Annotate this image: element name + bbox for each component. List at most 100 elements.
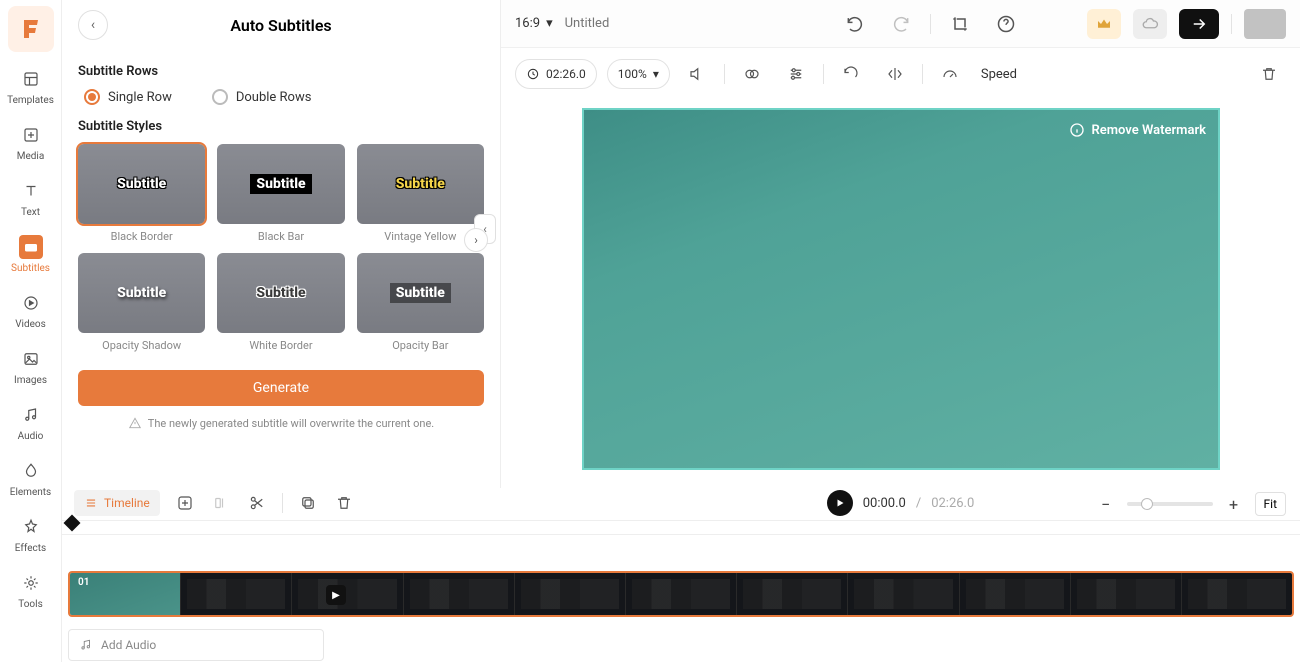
nav-label: Effects [15,543,46,554]
elements-icon [19,459,43,483]
arrow-right-icon [1190,15,1208,33]
app-logo[interactable] [8,6,54,52]
mute-button[interactable] [680,57,714,91]
style-opacity-bar[interactable]: Subtitle Opacity Bar [357,253,484,352]
timeline-ruler[interactable] [62,521,1300,535]
style-black-bar[interactable]: SubtitleBlack Bar [217,144,344,243]
style-swatch: Subtitle [250,283,311,303]
style-caption: Opacity Shadow [78,339,205,352]
nav-label: Templates [7,95,54,106]
video-track[interactable]: 01 ▶ [68,571,1294,617]
help-icon [996,14,1016,34]
add-audio-button[interactable]: Add Audio [68,629,324,661]
nav-templates[interactable]: Templates [0,58,61,114]
nav-label: Media [17,151,45,162]
nav-images[interactable]: Images [0,338,61,394]
nav-effects[interactable]: Effects [0,506,61,562]
zoom-out-button[interactable]: − [1095,493,1117,515]
zoom-fit-button[interactable]: Fit [1255,492,1286,516]
speed-button[interactable] [933,57,967,91]
row-double-radio[interactable]: Double Rows [212,89,312,105]
nav-label: Text [21,207,40,218]
export-button[interactable] [1179,9,1219,39]
play-button[interactable] [827,490,853,516]
adjust-button[interactable] [779,57,813,91]
clock-icon [526,67,540,81]
chevron-down-icon: ▾ [653,67,659,81]
undo-button[interactable] [838,7,872,41]
generate-button[interactable]: Generate [78,370,484,406]
nav-elements[interactable]: Elements [0,450,61,506]
style-caption: White Border [217,339,344,352]
style-black-border[interactable]: SubtitleBlack Border [78,144,205,243]
audio-icon [19,403,43,427]
zoom-slider[interactable] [1127,502,1213,506]
nav-audio[interactable]: Audio [0,394,61,450]
plus-square-icon [176,494,194,512]
style-caption: Black Border [78,230,205,243]
split-left-button[interactable] [210,492,232,514]
flip-button[interactable] [878,57,912,91]
subtitle-rows-label: Subtitle Rows [78,64,484,79]
style-white-border[interactable]: Subtitle White Border [217,253,344,352]
style-vintage-yellow[interactable]: SubtitleVintage Yellow [357,144,484,243]
trash-icon [335,494,353,512]
nav-tools[interactable]: Tools [0,562,61,618]
cloud-sync-button[interactable] [1133,9,1167,39]
nav-videos[interactable]: Videos [0,282,61,338]
upgrade-button[interactable] [1087,9,1121,39]
nav-text[interactable]: Text [0,170,61,226]
trash-icon [1260,65,1278,83]
speaker-icon [688,65,706,83]
help-button[interactable] [989,7,1023,41]
user-avatar[interactable] [1244,9,1286,39]
timeline-toolbar: Timeline [62,488,502,518]
flip-icon [886,65,904,83]
redo-button[interactable] [884,7,918,41]
duration-pill[interactable]: 02:26.0 [515,59,597,89]
effects-icon [19,515,43,539]
duplicate-button[interactable] [297,492,319,514]
crop-button[interactable] [943,7,977,41]
timeline-chip[interactable]: Timeline [74,490,160,516]
styles-next-button[interactable]: › [464,228,488,252]
preview-canvas[interactable]: Remove Watermark [582,108,1220,470]
redo-icon [891,14,911,34]
music-note-icon [79,638,93,652]
split-left-icon [212,494,230,512]
time-total: 02:26.0 [931,496,974,511]
split-button[interactable] [246,492,268,514]
delete-clip-button[interactable] [1252,57,1286,91]
rotate-button[interactable] [834,57,868,91]
aspect-ratio-value: 16:9 [515,16,540,31]
style-swatch: Subtitle [111,283,172,303]
project-title-input[interactable] [565,16,725,31]
clip-thumb [403,573,514,615]
clip-thumb [1181,573,1292,615]
nav-label: Videos [15,319,46,330]
zoom-in-button[interactable]: + [1223,493,1245,515]
style-swatch: Subtitle [390,174,451,194]
back-button[interactable]: ‹ [78,10,108,40]
add-track-button[interactable] [174,492,196,514]
style-caption: Opacity Bar [357,339,484,352]
nav-label: Subtitles [11,263,50,274]
divider [922,64,923,84]
nav-media[interactable]: Media [0,114,61,170]
nav-subtitles[interactable]: Subtitles [0,226,61,282]
nav-label: Elements [10,487,51,498]
row-single-radio[interactable]: Single Row [84,89,172,105]
scissors-icon [248,494,266,512]
style-swatch: Subtitle [390,283,451,303]
zoom-pill[interactable]: 100%▾ [607,59,670,89]
delete-track-button[interactable] [333,492,355,514]
filter-button[interactable] [735,57,769,91]
chevron-down-icon: ▾ [546,16,553,31]
overwrite-warning: The newly generated subtitle will overwr… [78,416,484,430]
remove-watermark-button[interactable]: Remove Watermark [1069,122,1206,138]
aspect-ratio-select[interactable]: 16:9 ▾ [515,16,553,31]
zoom-thumb[interactable] [1141,498,1153,510]
text-icon [19,179,43,203]
info-icon [1069,122,1085,138]
style-opacity-shadow[interactable]: Subtitle Opacity Shadow [78,253,205,352]
